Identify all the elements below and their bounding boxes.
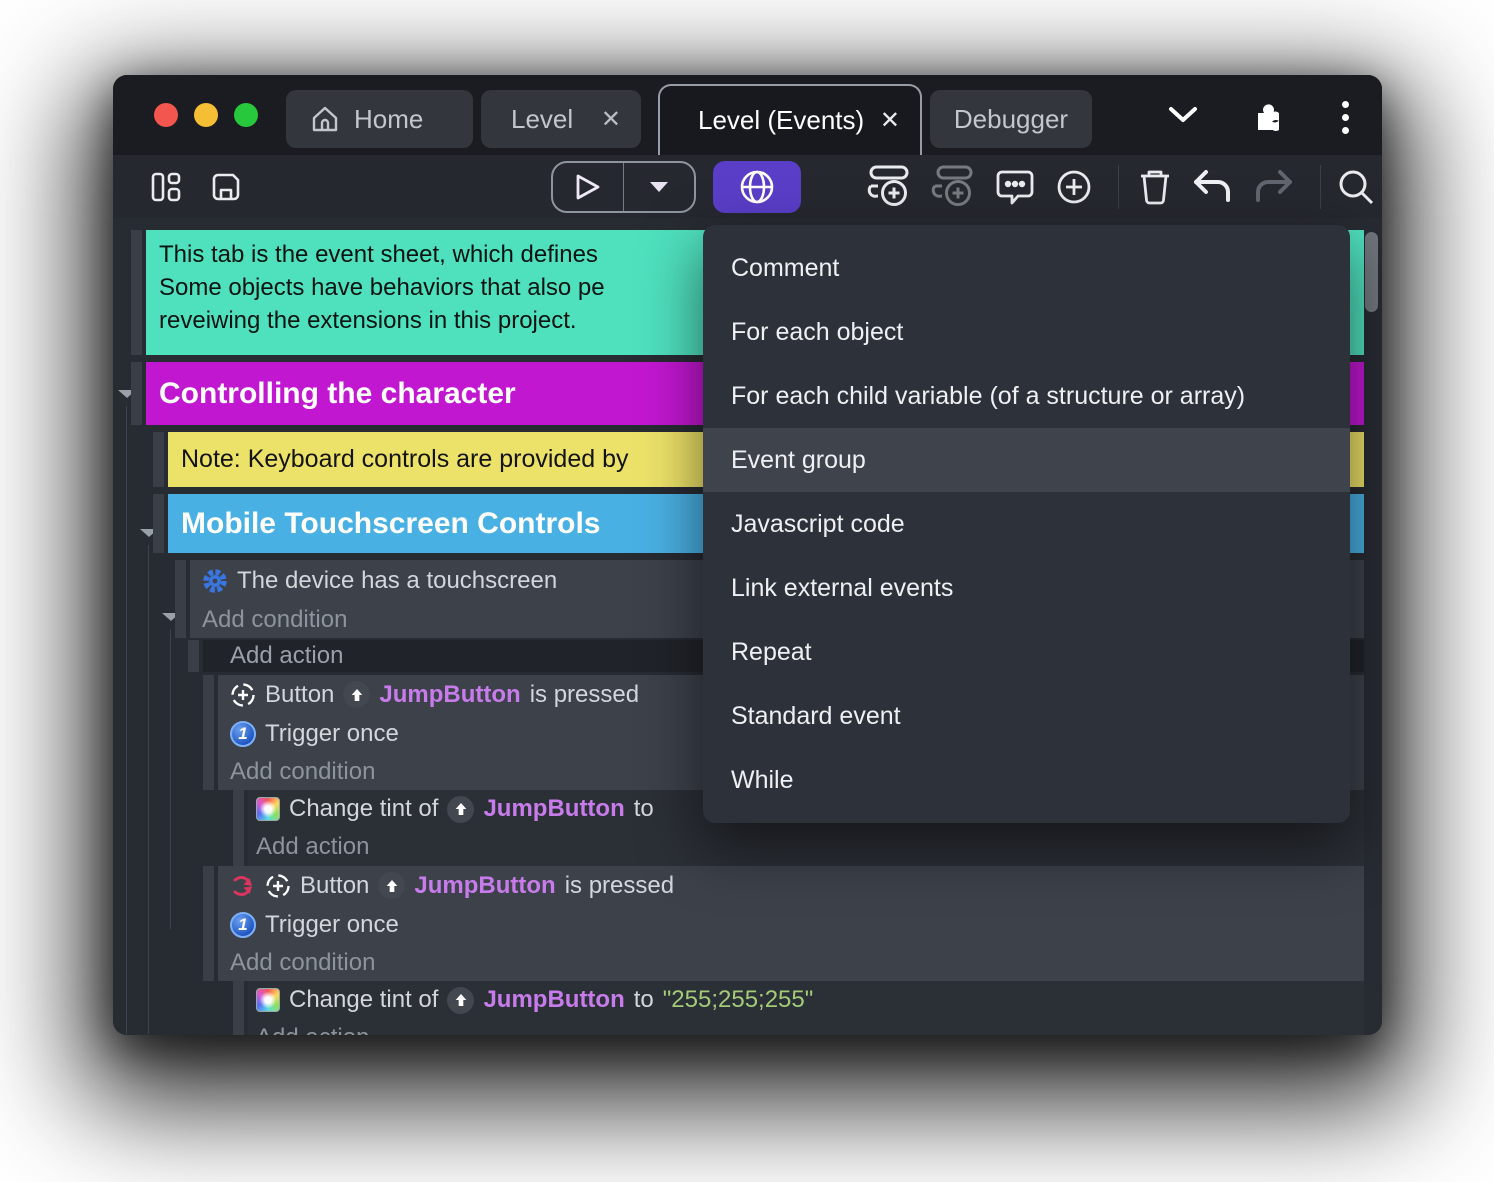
addons-puzzle-icon[interactable] [1245,97,1285,137]
play-button[interactable] [553,163,623,211]
menu-item-repeat[interactable]: Repeat [703,620,1350,684]
toggle-bars-icon[interactable] [146,155,186,218]
trigger-once-icon: 1 [230,720,256,747]
condition-object: Button [265,680,335,708]
menu-item-event-group[interactable]: Event group [703,428,1350,492]
jumpbutton-object-icon [343,681,371,708]
kebab-menu-icon[interactable] [1337,97,1353,137]
titlebar: Home Level ✕ Level (Events) ✕ Debugger [113,75,1382,155]
condition-text: The device has a touchscreen [237,567,558,594]
tab-home[interactable]: Home [286,90,473,148]
add-comment-icon[interactable] [989,155,1041,218]
search-icon[interactable] [1331,155,1381,218]
menu-item-standard-event[interactable]: Standard event [703,684,1350,748]
condition-object: Button [300,871,370,899]
save-icon[interactable] [206,155,246,218]
button-plugin-icon [230,682,256,708]
preview-split-button [551,161,696,213]
close-window-button[interactable] [154,103,178,127]
jumpbutton-object-icon [378,872,406,899]
play-options-dropdown[interactable] [624,163,694,211]
add-action-link[interactable]: Add action [233,828,1364,866]
tab-debugger[interactable]: Debugger [930,90,1092,148]
add-subevent-icon[interactable] [925,155,981,218]
toolbar [113,155,1382,218]
tab-level-events-close-icon[interactable]: ✕ [880,106,900,135]
condition-button-pressed-inverted[interactable]: Button JumpButton is pressed [218,866,1364,905]
add-plus-icon[interactable] [1049,155,1099,218]
redo-icon[interactable] [1247,155,1299,218]
tab-level-label: Level [511,103,574,134]
home-icon [310,104,340,134]
indent-guide [148,545,149,1034]
undo-icon[interactable] [1187,155,1239,218]
menu-item-link-external-events[interactable]: Link external events [703,556,1350,620]
vertical-scrollbar-thumb[interactable] [1365,232,1378,312]
globe-button[interactable] [713,161,801,213]
tab-home-label: Home [354,103,424,134]
condition-trigger-once[interactable]: 1 Trigger once [218,905,1364,944]
tab-debugger-label: Debugger [953,103,1069,134]
tab-list-chevron-down-icon[interactable] [1165,97,1201,133]
menu-item-comment[interactable]: Comment [703,236,1350,300]
indent-guide [126,406,127,1034]
tint-icon [256,988,280,1012]
tint-value: "255;255;255" [662,986,814,1013]
tab-level-events-label: Level (Events) [698,105,865,135]
toolbar-separator [1118,165,1119,209]
condition-target: JumpButton [414,871,556,899]
menu-item-for-each-object[interactable]: For each object [703,300,1350,364]
note-text: Note: Keyboard controls are provided by [181,445,629,473]
tint-icon [256,797,280,821]
add-event-context-menu: Comment For each object For each child v… [703,225,1350,823]
group-title: Controlling the character [159,377,516,410]
condition-target: JumpButton [379,680,521,708]
zoom-window-button[interactable] [234,103,258,127]
menu-item-for-each-child-variable[interactable]: For each child variable (of a structure … [703,364,1350,428]
delete-icon[interactable] [1131,155,1179,218]
gear-icon [202,568,228,594]
event-block-jumpbutton-not-pressed[interactable]: Button JumpButton is pressed 1 Trigger o… [203,866,1364,981]
app-window: Home Level ✕ Level (Events) ✕ Debugger T… [113,75,1382,1035]
button-plugin-icon [265,873,291,899]
tab-level-close-icon[interactable]: ✕ [601,105,621,134]
minimize-window-button[interactable] [194,103,218,127]
condition-predicate: is pressed [564,871,675,899]
menu-item-while[interactable]: While [703,748,1350,812]
jumpbutton-object-icon [447,986,475,1014]
add-action-link[interactable]: Add action [233,1019,1364,1035]
add-condition-link[interactable]: Add condition [218,944,1364,981]
action-change-tint-2[interactable]: Change tint of JumpButton to "255;255;25… [233,981,1364,1019]
menu-item-javascript-code[interactable]: Javascript code [703,492,1350,556]
indent-guide [170,629,171,929]
tab-level[interactable]: Level ✕ [481,90,641,148]
condition-predicate: is pressed [529,680,640,708]
add-event-icon[interactable] [861,155,917,218]
trigger-once-icon: 1 [230,911,256,938]
toolbar-separator [1320,165,1321,209]
jumpbutton-object-icon [447,795,475,823]
tab-level-events[interactable]: Level (Events) ✕ [658,84,922,155]
group-title: Mobile Touchscreen Controls [181,507,601,540]
inverted-condition-icon [230,873,256,899]
